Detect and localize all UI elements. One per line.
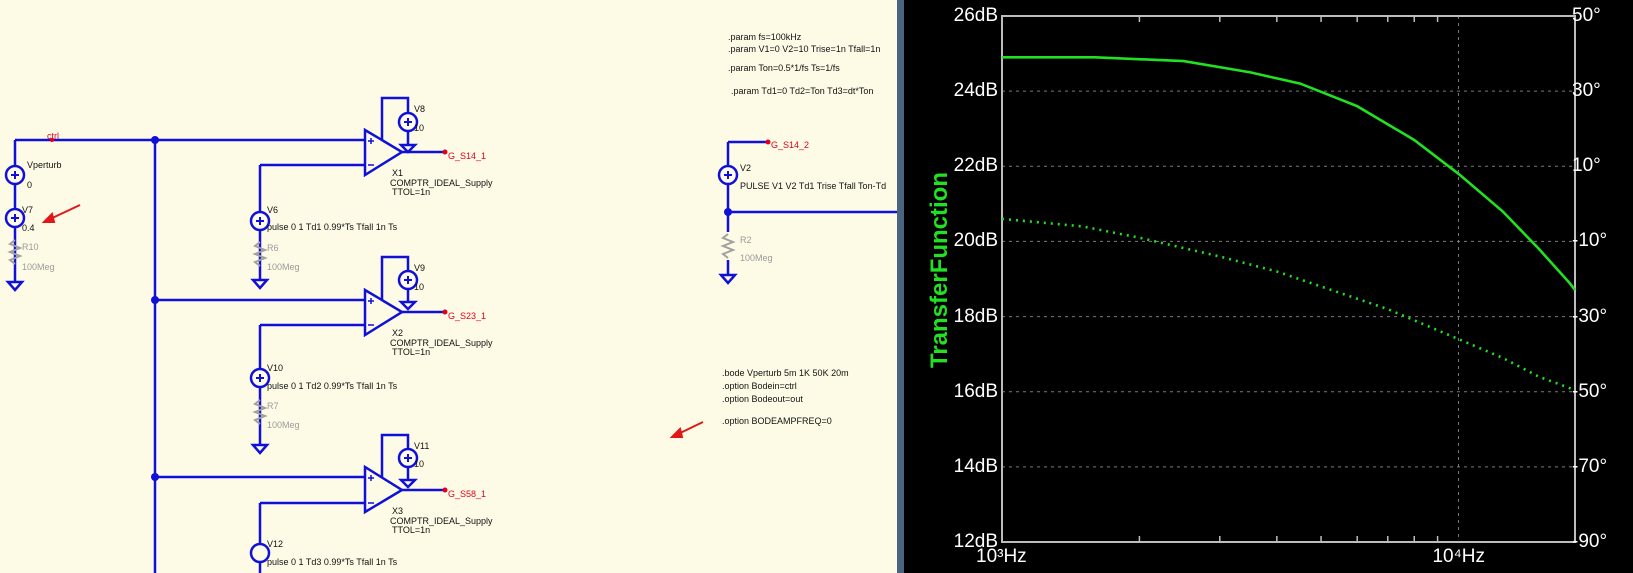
v7-value[interactable]: 0.4 [22, 223, 35, 233]
y-tick-left: 22dB [953, 155, 998, 177]
net-label-g-s14-1[interactable]: G_S14_1 [448, 151, 486, 161]
x1-param[interactable]: TTOL=1n [392, 187, 430, 197]
x3-param[interactable]: TTOL=1n [392, 525, 430, 535]
v11-value[interactable]: 10 [414, 459, 424, 469]
directive-param-fs[interactable]: .param fs=100kHz [728, 31, 801, 43]
directive-option-bodeout[interactable]: .option Bodeout=out [722, 393, 803, 405]
v7-name[interactable]: V7 [22, 205, 33, 215]
v2-value[interactable]: PULSE V1 V2 Td1 Trise Tfall Ton-Td [740, 181, 886, 191]
net-label-g-s23-1[interactable]: G_S23_1 [448, 311, 486, 321]
y-tick-right: 50° [1572, 5, 1601, 26]
x-tick: 10³Hz [976, 546, 1027, 567]
net-label-ctrl[interactable]: ctrl [47, 131, 59, 141]
v2-name[interactable]: V2 [740, 163, 751, 173]
v12-value[interactable]: pulse 0 1 Td3 0.99*Ts Tfall 1n Ts [267, 557, 397, 567]
vperturb-value[interactable]: 0 [27, 180, 32, 190]
y-tick-left: 26dB [953, 5, 998, 26]
r7-name[interactable]: R7 [267, 401, 279, 411]
magnitude-trace [1002, 55, 1577, 291]
y-tick-left: 18dB [953, 305, 998, 327]
directive-bode[interactable]: .bode Vperturb 5m 1K 50K 20m [722, 367, 849, 379]
ground-symbol [5, 280, 25, 292]
v6-value[interactable]: pulse 0 1 Td1 0.99*Ts Tfall 1n Ts [267, 222, 397, 232]
v9-value[interactable]: 10 [414, 282, 424, 292]
v9-name[interactable]: V9 [414, 263, 425, 273]
r10-value[interactable]: 100Meg [22, 262, 55, 272]
v10-value[interactable]: pulse 0 1 Td2 0.99*Ts Tfall 1n Ts [267, 381, 397, 391]
y-tick-right: 30° [1572, 80, 1601, 102]
directive-option-bodeampfreq[interactable]: .option BODEAMPFREQ=0 [722, 415, 832, 427]
resistor-r2 [720, 233, 736, 259]
v11-name[interactable]: V11 [414, 441, 429, 451]
directive-option-bodein[interactable]: .option Bodein=ctrl [722, 380, 797, 392]
y-tick-left: 14dB [953, 455, 998, 477]
x2-name[interactable]: X2 [392, 328, 403, 338]
bode-plot-pane[interactable]: TransferFunction 26dB 24dB 22dB 20dB 18dB 16d… [904, 0, 1633, 573]
y-tick-right: -70° [1572, 455, 1608, 477]
y-tick-left: 24dB [953, 80, 998, 102]
y-tick-left: 16dB [953, 380, 998, 402]
directive-param-v1[interactable]: .param V1=0 V2=10 Trise=1n Tfall=1n [728, 43, 880, 55]
y-tick-right: -90° [1572, 531, 1608, 552]
v10-name[interactable]: V10 [267, 363, 283, 373]
bode-plot-canvas [1001, 15, 1577, 543]
net-label-g-s14-2[interactable]: G_S14_2 [771, 140, 809, 150]
x3-name[interactable]: X3 [392, 506, 403, 516]
r2-name[interactable]: R2 [740, 235, 752, 245]
pane-splitter[interactable] [897, 0, 904, 573]
r2-value[interactable]: 100Meg [740, 253, 773, 263]
vperturb-name[interactable]: Vperturb [27, 160, 62, 170]
y-tick-right: -50° [1572, 380, 1608, 402]
r6-name[interactable]: R6 [267, 243, 279, 253]
directive-param-ton[interactable]: .param Ton=0.5*1/fs Ts=1/fs [728, 62, 840, 74]
schematic-editor[interactable]: ctrl Vperturb 0 V7 0.4 R10 100Meg V6 pul… [0, 0, 897, 573]
v8-name[interactable]: V8 [414, 104, 425, 114]
r7-value[interactable]: 100Meg [267, 420, 300, 430]
v12-name[interactable]: V12 [267, 539, 283, 549]
y-tick-right: -30° [1572, 305, 1608, 327]
x2-param[interactable]: TTOL=1n [392, 347, 430, 357]
directive-param-td[interactable]: .param Td1=0 Td2=Ton Td3=dt*Ton [731, 85, 873, 97]
r6-value[interactable]: 100Meg [267, 262, 300, 272]
plot-frame [1001, 15, 1576, 543]
y-tick-right: -10° [1572, 230, 1608, 252]
v6-name[interactable]: V6 [267, 205, 278, 215]
net-label-g-s58-1[interactable]: G_S58_1 [448, 489, 486, 499]
y-tick-left: 20dB [953, 230, 998, 252]
y-tick-right: 10° [1572, 155, 1601, 177]
v8-value[interactable]: 10 [414, 123, 424, 133]
x-tick: 10⁴Hz [1432, 546, 1485, 567]
r10-name[interactable]: R10 [22, 242, 39, 252]
x1-name[interactable]: X1 [392, 168, 403, 178]
phase-trace [1001, 217, 1576, 391]
y-axis-title[interactable]: TransferFunction [926, 170, 954, 370]
